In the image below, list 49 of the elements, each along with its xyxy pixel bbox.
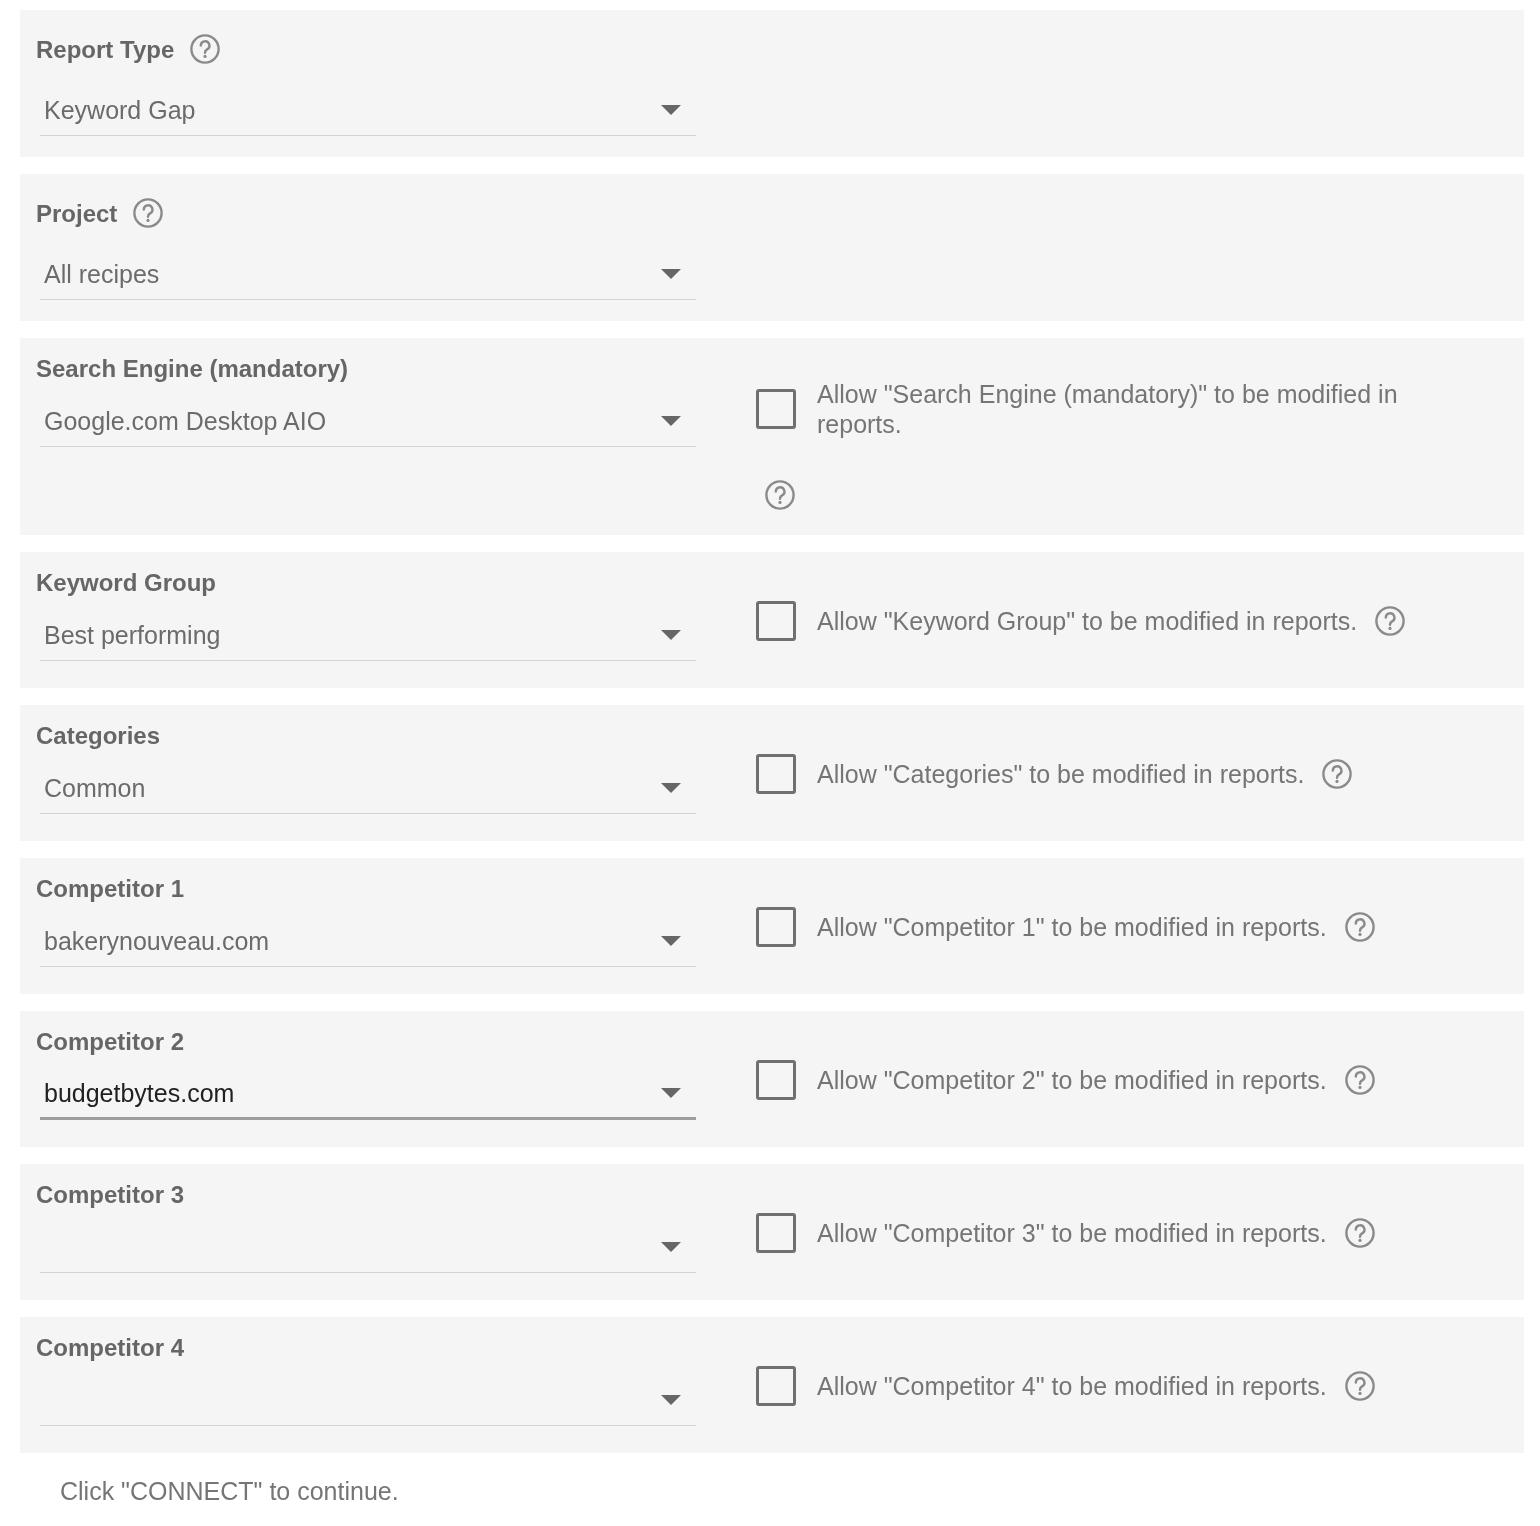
field-label: Competitor 2 [36,1028,184,1056]
caret-icon [661,415,681,426]
caret-icon [661,629,681,640]
field-label: Project [36,199,118,228]
field-label: Keyword Group [36,569,216,597]
checkbox-label[interactable]: Allow "Keyword Group" to be modified in reports. [817,606,1358,636]
help-icon[interactable] [190,34,221,64]
field-label: Search Engine (mandatory) [36,355,349,383]
dropdown[interactable]: All recipes [40,248,696,300]
dropdown[interactable]: Google.com Desktop AIO [40,395,696,447]
checkbox[interactable] [756,1213,796,1253]
checkbox-label[interactable]: Allow "Search Engine (mandatory)" to be modified in reports. [817,379,1447,439]
field-label: Categories [36,722,161,750]
caret-icon [661,1394,681,1405]
dropdown[interactable]: Best performing [40,609,696,661]
checkbox[interactable] [756,389,796,429]
checkbox-label[interactable]: Allow "Competitor 1" to be modified in reports. [817,912,1327,942]
caret-icon [661,1087,681,1098]
checkbox-label[interactable]: Allow "Competitor 2" to be modified in reports. [817,1065,1327,1095]
caret-icon [661,1241,681,1252]
instruction-text: Click "CONNECT" to continue. [60,1476,400,1506]
help-icon[interactable] [1344,1065,1375,1095]
caret-icon [661,782,681,793]
field-label: Competitor 1 [36,875,184,903]
dropdown[interactable]: bakerynouveau.com [40,915,696,967]
help-icon[interactable] [1375,606,1406,636]
help-icon[interactable] [133,198,164,228]
field-label: Competitor 3 [36,1181,184,1209]
help-icon[interactable] [1344,912,1375,942]
checkbox[interactable] [756,1366,796,1406]
checkbox-label[interactable]: Allow "Competitor 4" to be modified in reports. [817,1371,1327,1401]
checkbox-label[interactable]: Allow "Categories" to be modified in reports. [817,759,1305,789]
checkbox[interactable] [756,1060,796,1100]
help-icon[interactable] [1322,759,1353,789]
checkbox-label[interactable]: Allow "Competitor 3" to be modified in reports. [817,1218,1327,1248]
checkbox[interactable] [756,907,796,947]
help-icon[interactable] [1344,1371,1375,1401]
checkbox[interactable] [756,601,796,641]
dropdown[interactable]: Common [40,762,696,814]
dropdown[interactable]: budgetbytes.com [40,1068,696,1120]
caret-icon [661,935,681,946]
help-icon[interactable] [765,480,795,510]
checkbox[interactable] [756,754,796,794]
field-label: Competitor 4 [36,1334,184,1362]
field-label: Report Type [36,35,175,64]
help-icon[interactable] [1344,1218,1375,1248]
caret-icon [661,104,681,115]
dropdown[interactable]: Keyword Gap [40,84,696,136]
caret-icon [661,268,681,279]
